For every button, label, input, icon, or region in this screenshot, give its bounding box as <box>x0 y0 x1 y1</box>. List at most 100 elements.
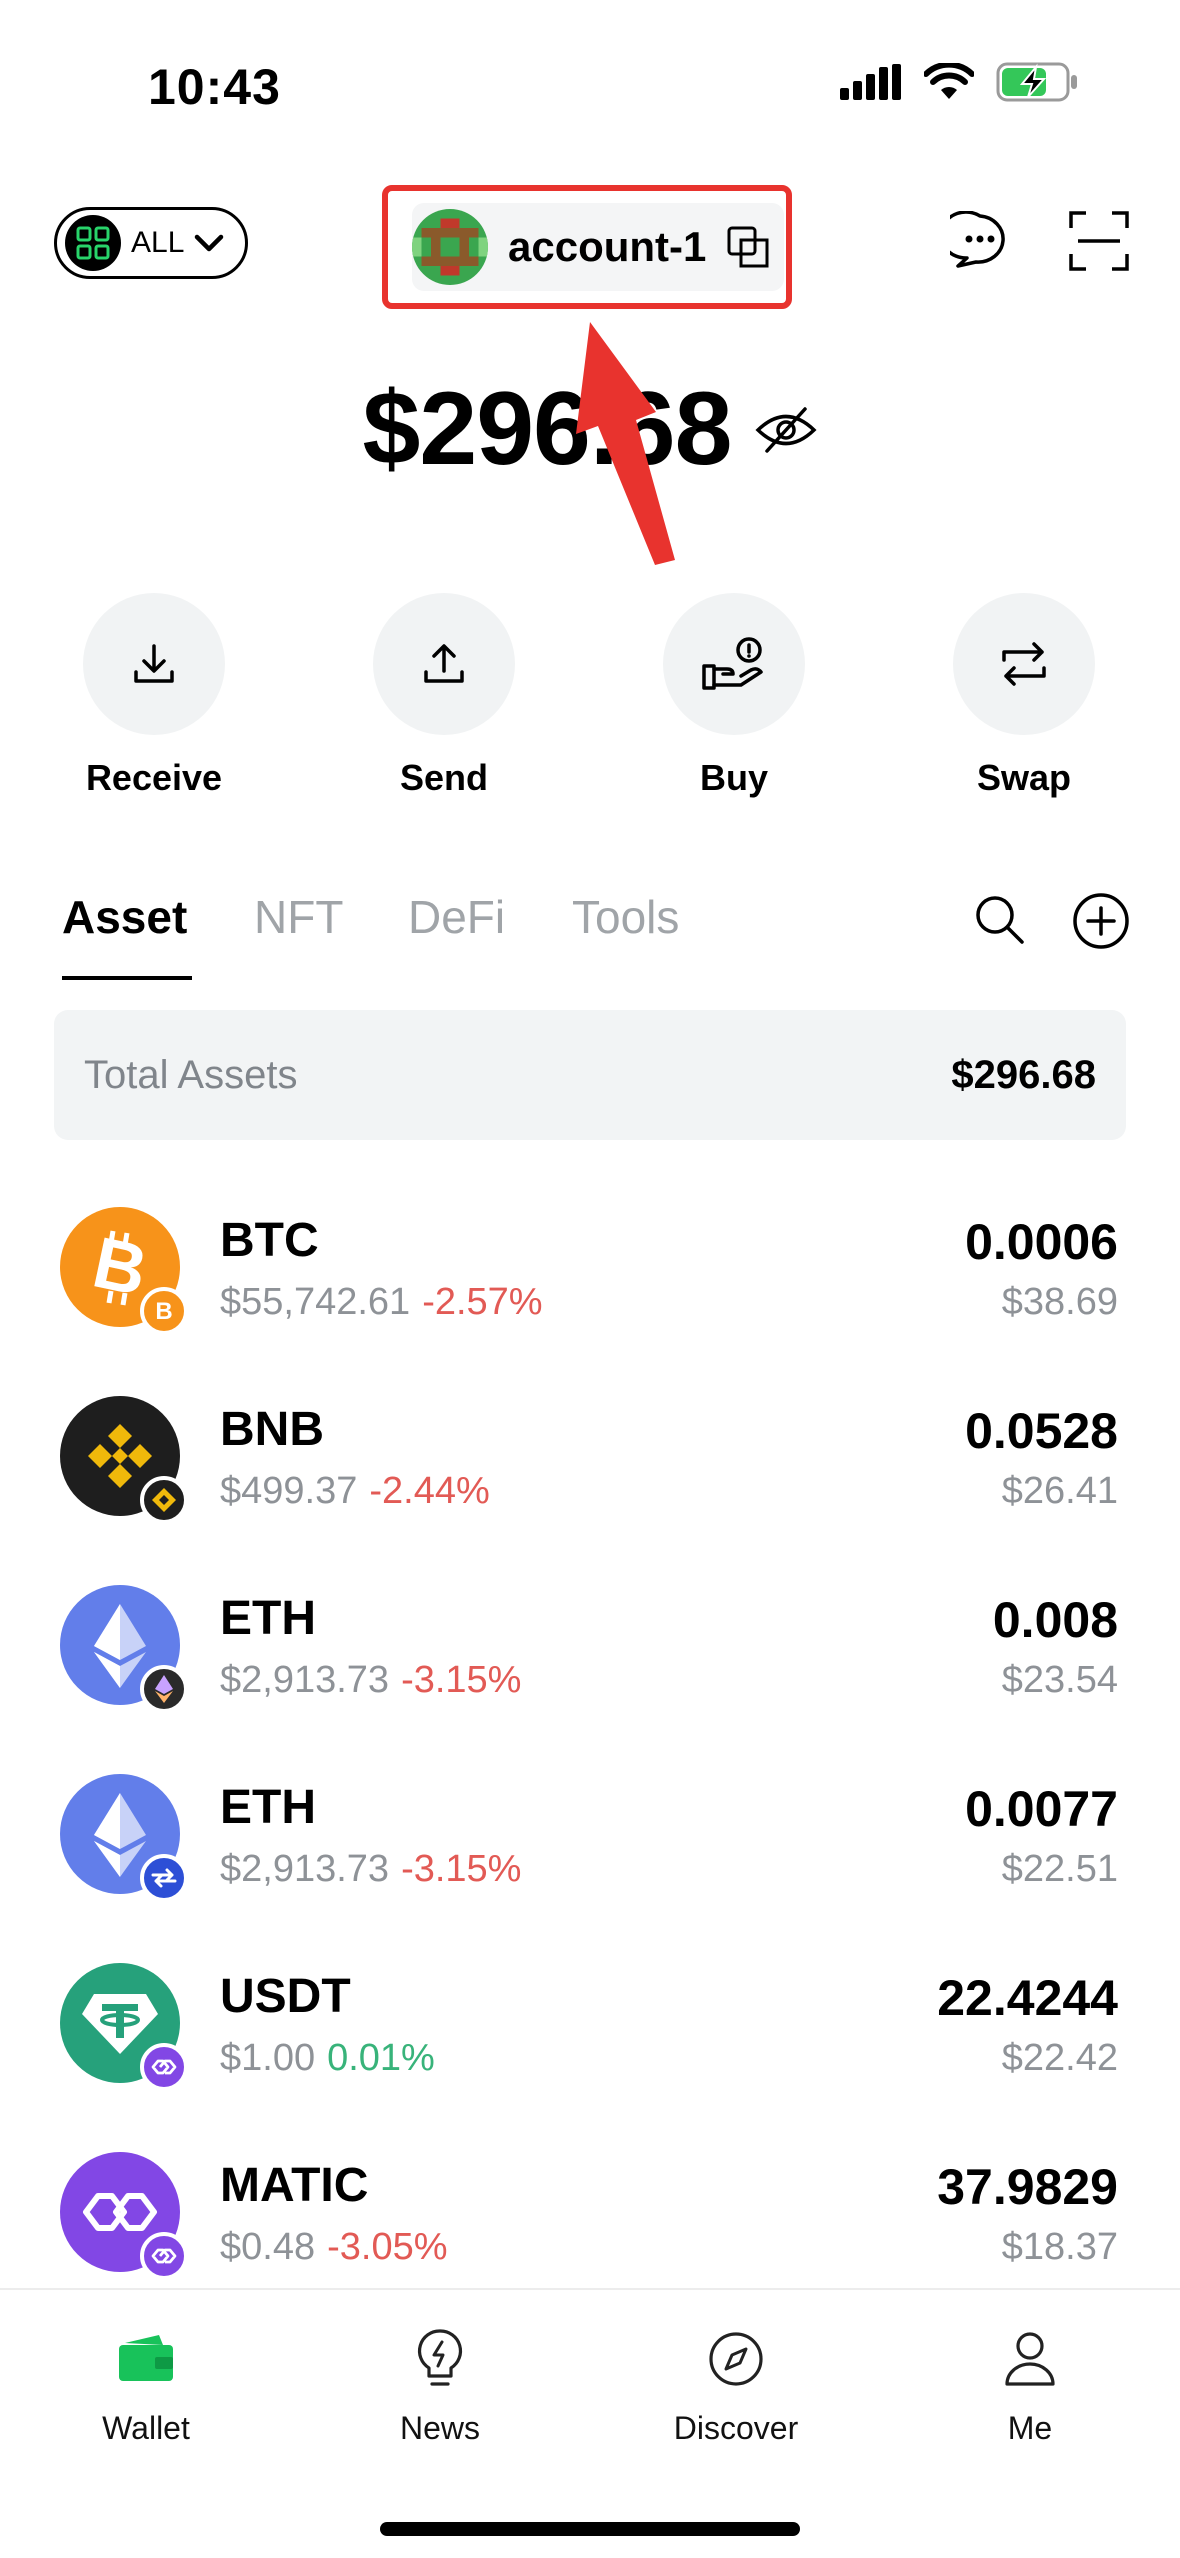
send-label: Send <box>399 757 488 798</box>
svg-text:B: B <box>86 1227 153 1307</box>
asset-row-eth[interactable]: ETH $2,913.73 -3.15% 0.0077 $22.51 <box>0 1762 1180 1951</box>
bitcoin-badge-icon: B <box>140 1287 188 1335</box>
receive-label: Receive <box>85 757 223 798</box>
tab-nft[interactable]: NFT <box>254 890 343 944</box>
svg-text:B: B <box>155 1298 172 1324</box>
status-icons <box>840 62 1080 102</box>
asset-price: $1.00 <box>220 2037 316 2079</box>
polygon-badge-icon <box>140 2232 188 2280</box>
buy-label: Buy <box>699 757 768 798</box>
scan-icon[interactable] <box>1068 210 1130 272</box>
asset-change: -3.15% <box>401 1848 522 1890</box>
asset-row-eth[interactable]: ETH $2,913.73 -3.15% 0.008 $23.54 <box>0 1573 1180 1762</box>
ethereum-badge-icon <box>140 1665 188 1713</box>
tab-tools[interactable]: Tools <box>572 890 679 944</box>
asset-price-line: $2,913.73 -3.15% <box>220 1848 521 1891</box>
send-button-circle <box>373 593 515 735</box>
active-tab-indicator <box>62 976 192 980</box>
asset-price-line: $0.48 -3.05% <box>220 2226 448 2269</box>
asset-price: $2,913.73 <box>220 1848 390 1890</box>
tab-toolbar <box>972 892 1130 950</box>
total-assets-value: $296.68 <box>951 1052 1096 1097</box>
asset-amount: 22.4244 <box>937 1970 1118 2026</box>
nav-discover[interactable]: Discover <box>636 2324 836 2447</box>
swap-label: Swap <box>976 757 1072 798</box>
search-icon[interactable] <box>972 892 1026 946</box>
asset-price-line: $1.00 0.01% <box>220 2037 435 2080</box>
nav-me[interactable]: Me <box>930 2324 1130 2447</box>
account-selector[interactable]: account-1 <box>412 203 785 291</box>
status-bar: 10:43 <box>0 0 1180 170</box>
asset-amount: 0.008 <box>992 1592 1118 1648</box>
nav-wallet[interactable]: Wallet <box>46 2324 246 2447</box>
annotation-arrow-icon <box>576 322 675 565</box>
asset-row-btc[interactable]: B B BTC $55,742.61 -2.57% 0.0006 $38.69 <box>0 1195 1180 1384</box>
lightbulb-icon <box>417 2329 463 2386</box>
nav-me-label: Me <box>1007 2410 1053 2446</box>
buy-hand-coin-icon <box>702 637 763 690</box>
asset-value: $38.69 <box>1001 1281 1118 1323</box>
swap-button-circle <box>953 593 1095 735</box>
hide-balance-eye-icon[interactable] <box>755 405 817 455</box>
nav-news-label: News <box>399 2410 480 2446</box>
network-filter-button[interactable]: ALL <box>54 207 248 279</box>
add-token-icon[interactable] <box>1072 892 1130 950</box>
asset-symbol: BTC <box>220 1214 319 1267</box>
nav-news[interactable]: News <box>340 2324 540 2447</box>
polygon-badge-icon <box>140 2043 188 2091</box>
asset-change: 0.01% <box>327 2037 435 2079</box>
asset-price: $0.48 <box>220 2226 316 2268</box>
chat-message-icon[interactable] <box>950 211 1010 271</box>
asset-amount: 0.0077 <box>965 1781 1118 1837</box>
asset-price: $2,913.73 <box>220 1659 390 1701</box>
nav-discover-icon-wrap <box>636 2324 836 2394</box>
copy-icon[interactable] <box>726 225 770 269</box>
asset-value: $22.42 <box>1001 2037 1118 2079</box>
asset-value: $22.51 <box>1001 1848 1118 1890</box>
cellular-signal-icon <box>840 64 901 100</box>
total-assets-card: Total Assets $296.68 <box>54 1010 1126 1140</box>
asset-price-line: $55,742.61 -2.57% <box>220 1281 543 1324</box>
asset-row-bnb[interactable]: BNB $499.37 -2.44% 0.0528 $26.41 <box>0 1384 1180 1573</box>
upload-icon <box>424 644 464 683</box>
person-icon <box>1005 2332 1055 2386</box>
asset-symbol: MATIC <box>220 2159 369 2212</box>
asset-symbol: USDT <box>220 1970 351 2023</box>
asset-price: $55,742.61 <box>220 1281 411 1323</box>
home-indicator <box>380 2522 800 2536</box>
quick-actions: Receive Send Buy Swap <box>0 593 1180 803</box>
wifi-icon <box>924 63 974 99</box>
asset-row-usdt[interactable]: USDT $1.00 0.01% 22.4244 $22.42 <box>0 1951 1180 2140</box>
receive-button[interactable]: Receive <box>54 593 254 799</box>
asset-value: $23.54 <box>1001 1659 1118 1701</box>
account-name: account-1 <box>508 223 707 270</box>
asset-value: $26.41 <box>1001 1470 1118 1512</box>
send-button[interactable]: Send <box>344 593 544 799</box>
compass-icon <box>709 2332 763 2386</box>
grid-icon <box>65 215 121 271</box>
battery-charging-icon <box>996 62 1077 102</box>
wallet-icon <box>119 2335 173 2381</box>
asset-symbol: BNB <box>220 1403 324 1456</box>
nav-me-icon-wrap <box>930 2324 1130 2394</box>
asset-change: -2.57% <box>422 1281 543 1323</box>
receive-button-circle <box>83 593 225 735</box>
buy-button-circle <box>663 593 805 735</box>
asset-change: -3.05% <box>327 2226 448 2268</box>
tab-asset[interactable]: Asset <box>62 890 187 944</box>
asset-price-line: $2,913.73 -3.15% <box>220 1659 521 1702</box>
swap-button[interactable]: Swap <box>924 593 1124 799</box>
buy-button[interactable]: Buy <box>634 593 834 799</box>
asset-tabs: Asset NFT DeFi Tools <box>0 880 1180 990</box>
asset-price-line: $499.37 -2.44% <box>220 1470 490 1513</box>
chevron-down-icon <box>195 234 224 252</box>
tab-defi[interactable]: DeFi <box>408 890 505 944</box>
asset-symbol: ETH <box>220 1781 316 1834</box>
download-icon <box>134 644 174 683</box>
total-assets-label: Total Assets <box>84 1052 298 1097</box>
asset-change: -2.44% <box>369 1470 490 1512</box>
nav-news-icon-wrap <box>340 2324 540 2394</box>
swap-arrows-icon <box>1002 642 1046 686</box>
asset-amount: 0.0528 <box>965 1403 1118 1459</box>
account-selector-highlight: account-1 <box>382 185 792 309</box>
